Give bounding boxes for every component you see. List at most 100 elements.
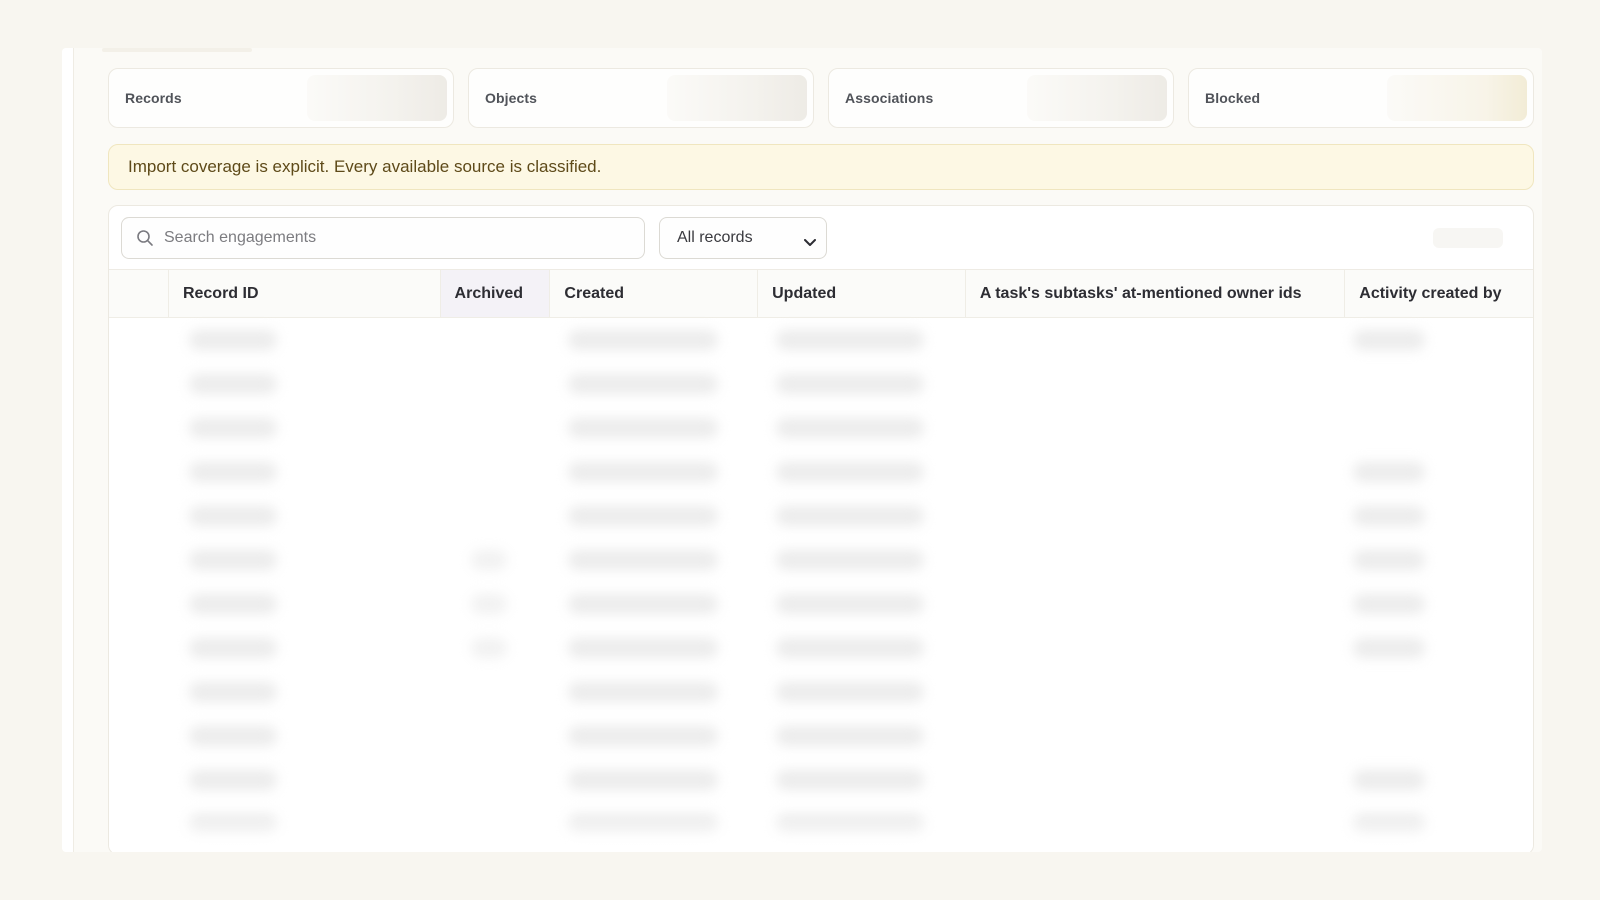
stat-card-label: Records <box>125 90 182 106</box>
stat-card-value-blurred <box>1027 75 1167 121</box>
table-cell-rid <box>169 406 441 450</box>
app-frame: Records Objects Associations Blocked Imp… <box>62 48 1542 852</box>
table-cell-tsk <box>966 494 1345 538</box>
column-header-activity-created-by[interactable]: Activity created by <box>1345 270 1533 317</box>
blurred-cell-value <box>1353 638 1426 658</box>
search-input[interactable] <box>164 228 624 247</box>
table-cell-rid <box>169 582 441 626</box>
table-cell-cre <box>550 670 758 714</box>
table-cell-upd <box>758 318 966 362</box>
table-cell-upd <box>758 406 966 450</box>
table-cell-act <box>1345 714 1533 758</box>
blurred-cell-value <box>1353 770 1426 790</box>
column-header-created[interactable]: Created <box>550 270 759 317</box>
table-cell-arc <box>441 406 551 450</box>
blurred-cell-value <box>188 374 277 394</box>
table-cell-upd <box>758 362 966 406</box>
table-cell-cre <box>550 450 758 494</box>
table-cell-cre <box>550 318 758 362</box>
blurred-cell-value <box>776 330 925 350</box>
table-cell-act <box>1345 494 1533 538</box>
table-row[interactable] <box>109 582 1533 626</box>
column-header-select[interactable] <box>109 270 169 317</box>
blurred-cell-value <box>776 374 925 394</box>
table-cell-sel <box>109 714 169 758</box>
table-cell-upd <box>758 538 966 582</box>
table-cell-cre <box>550 758 758 802</box>
table-cell-tsk <box>966 406 1345 450</box>
table-cell-upd <box>758 626 966 670</box>
table-row[interactable] <box>109 318 1533 362</box>
column-header-updated[interactable]: Updated <box>758 270 966 317</box>
blurred-cell-value <box>776 462 925 482</box>
left-rail <box>62 48 74 852</box>
table-cell-arc <box>441 626 551 670</box>
table-cell-arc <box>441 318 551 362</box>
table-cell-sel <box>109 406 169 450</box>
table-row[interactable] <box>109 758 1533 802</box>
blurred-toolbar-control <box>1433 228 1503 248</box>
blurred-cell-value <box>568 374 719 394</box>
blurred-cell-value <box>1353 594 1426 614</box>
table-cell-upd <box>758 670 966 714</box>
blurred-cell-value <box>188 638 277 658</box>
table-fade <box>109 814 1533 852</box>
table-cell-sel <box>109 318 169 362</box>
table-cell-act <box>1345 582 1533 626</box>
blurred-cell-value <box>776 682 925 702</box>
stat-card-label: Associations <box>845 90 934 106</box>
table-cell-upd <box>758 494 966 538</box>
table-cell-act <box>1345 318 1533 362</box>
table-row[interactable] <box>109 670 1533 714</box>
table-cell-arc <box>441 362 551 406</box>
coverage-banner-text: Import coverage is explicit. Every avail… <box>128 157 602 176</box>
table-row[interactable] <box>109 406 1533 450</box>
table-cell-upd <box>758 582 966 626</box>
column-header-record-id[interactable]: Record ID <box>169 270 441 317</box>
blurred-cell-value <box>568 594 719 614</box>
table-cell-cre <box>550 714 758 758</box>
table-cell-tsk <box>966 670 1345 714</box>
table-row[interactable] <box>109 450 1533 494</box>
search-box[interactable] <box>121 216 645 259</box>
blurred-cell-value <box>568 330 719 350</box>
table-toolbar: All records <box>109 206 1533 270</box>
table-cell-cre <box>550 494 758 538</box>
table-cell-tsk <box>966 450 1345 494</box>
chevron-down-icon <box>804 234 816 246</box>
table-row[interactable] <box>109 494 1533 538</box>
blurred-cell-value <box>776 594 925 614</box>
blurred-cell-value <box>1353 330 1426 350</box>
stat-cards: Records Objects Associations Blocked <box>108 68 1534 128</box>
blurred-cell-value <box>188 330 277 350</box>
table-cell-arc <box>441 758 551 802</box>
blurred-cell-value <box>568 418 719 438</box>
record-filter-select[interactable]: All records <box>659 216 827 259</box>
table-row[interactable] <box>109 626 1533 670</box>
blurred-cell-value <box>188 418 277 438</box>
table-row[interactable] <box>109 362 1533 406</box>
blurred-cell-value <box>188 550 277 570</box>
stat-card-value-blurred <box>1387 75 1527 121</box>
column-header-task-owner-ids[interactable]: A task's subtasks' at-mentioned owner id… <box>966 270 1346 317</box>
table-cell-cre <box>550 626 758 670</box>
table-cell-tsk <box>966 714 1345 758</box>
blurred-cell-value <box>470 638 507 658</box>
records-panel: All records Record ID Archived Created U… <box>108 205 1534 852</box>
stat-card-records: Records <box>108 68 454 128</box>
blurred-cell-value <box>188 770 277 790</box>
table-row[interactable] <box>109 538 1533 582</box>
table-cell-sel <box>109 538 169 582</box>
search-icon <box>136 229 154 247</box>
table-cell-rid <box>169 318 441 362</box>
blurred-cell-value <box>188 506 277 526</box>
table-cell-act <box>1345 670 1533 714</box>
column-header-archived[interactable]: Archived <box>440 270 551 317</box>
blurred-cell-value <box>568 550 719 570</box>
blurred-cell-value <box>568 506 719 526</box>
table-row[interactable] <box>109 714 1533 758</box>
table-cell-cre <box>550 538 758 582</box>
blurred-header-fragment <box>102 48 252 52</box>
blurred-cell-value <box>776 726 925 746</box>
blurred-cell-value <box>470 550 507 570</box>
